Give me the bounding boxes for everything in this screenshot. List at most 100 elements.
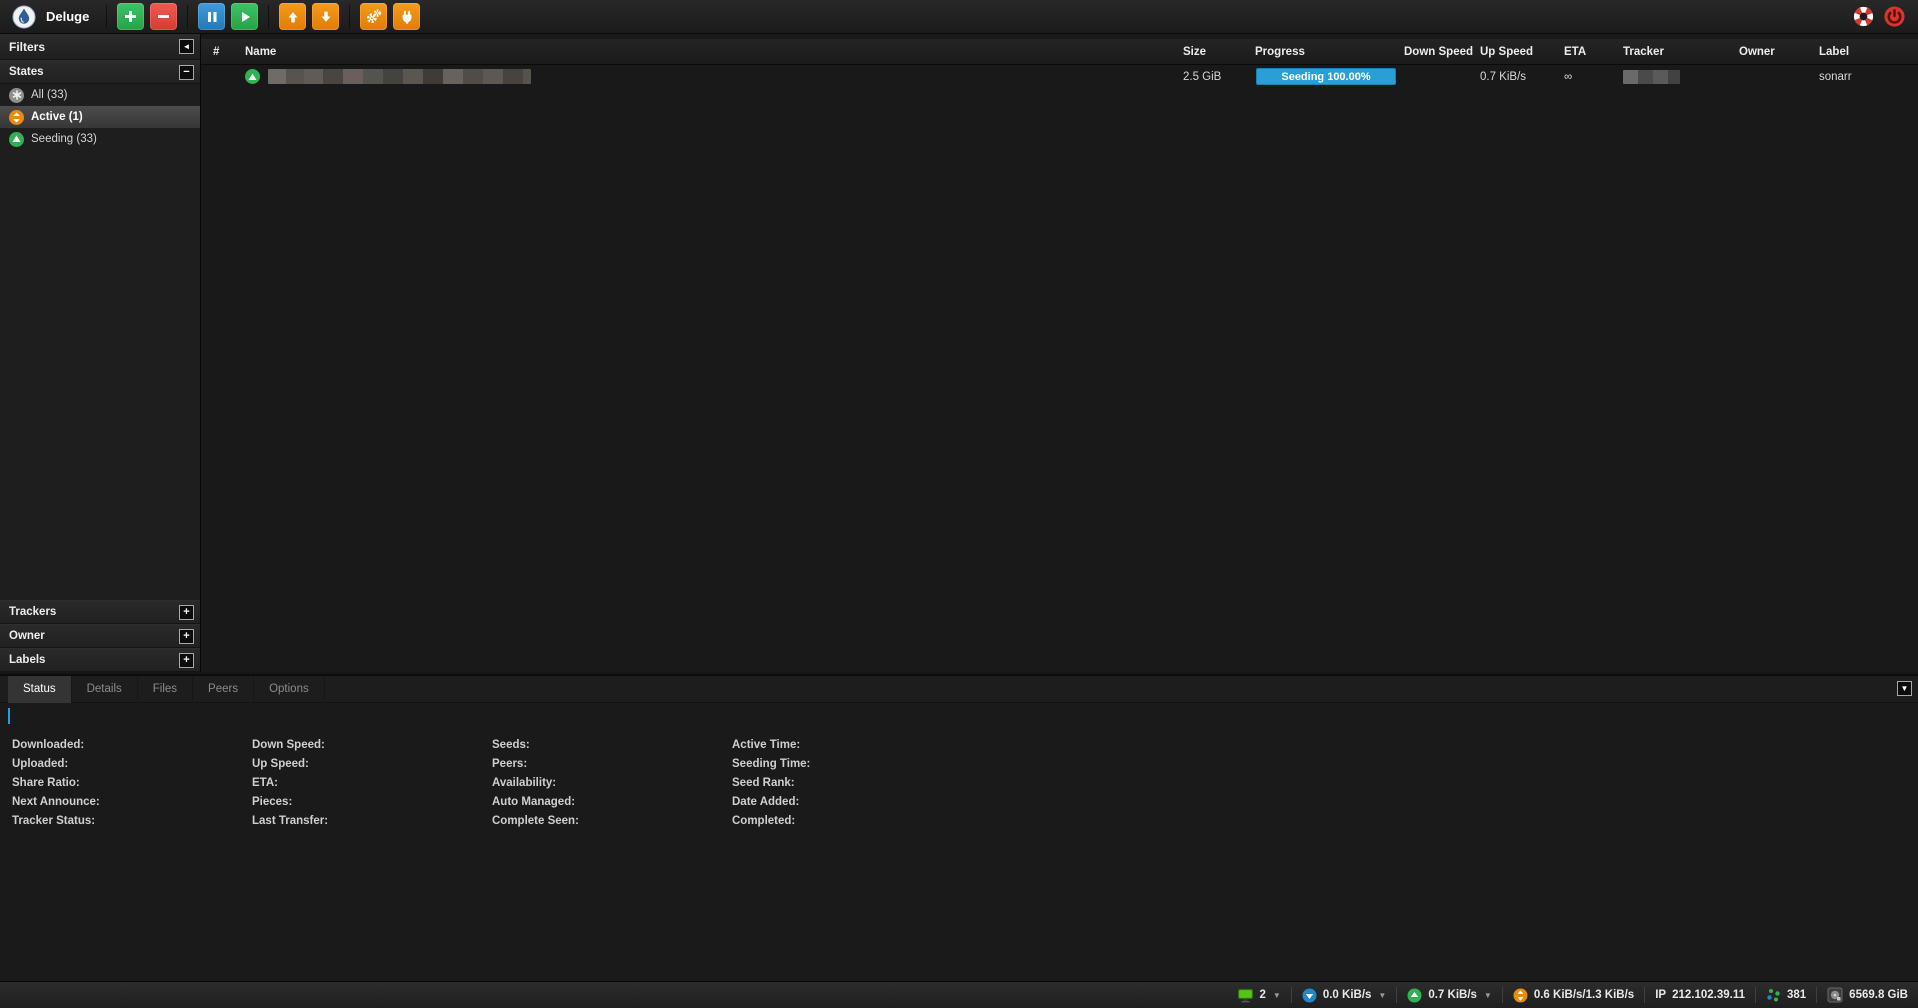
states-section-header[interactable]: States −	[0, 60, 200, 84]
column-header-down-speed[interactable]: Down Speed	[1398, 46, 1474, 58]
expand-owner-button[interactable]: +	[179, 629, 194, 644]
sidebar-item-label: Seeding (33)	[31, 133, 97, 145]
torrent-row[interactable]: 2.5 GiB Seeding 100.00% 0.7 KiB/s ∞ sona…	[201, 65, 1918, 88]
field-label: Completed:	[732, 812, 972, 831]
collapse-states-button[interactable]: −	[179, 65, 194, 80]
toolbar-separator	[268, 5, 269, 29]
sidebar-section-trackers[interactable]: Trackers +	[0, 600, 200, 624]
column-header-size[interactable]: Size	[1177, 46, 1249, 58]
torrent-table-header: # Name Size Progress Down Speed Up Speed…	[201, 39, 1918, 65]
field-label: Uploaded:	[12, 755, 252, 774]
detail-tabbar: Status Details Files Peers Options ▼	[0, 676, 1918, 703]
protocol-traffic-indicator: 0.6 KiB/s/1.3 KiB/s	[1503, 988, 1644, 1003]
torrent-up-speed: 0.7 KiB/s	[1474, 71, 1558, 83]
download-speed-value: 0.0 KiB/s	[1323, 989, 1372, 1001]
tab-files[interactable]: Files	[138, 676, 193, 703]
tab-status[interactable]: Status	[8, 676, 72, 703]
connections-indicator[interactable]: 2 ▼	[1227, 988, 1291, 1003]
column-header-tracker[interactable]: Tracker	[1617, 46, 1733, 58]
logout-button[interactable]	[1883, 5, 1906, 28]
protocol-traffic-value: 0.6 KiB/s/1.3 KiB/s	[1534, 989, 1634, 1001]
torrent-size: 2.5 GiB	[1177, 71, 1249, 83]
dht-nodes-icon	[1766, 988, 1781, 1003]
expand-trackers-button[interactable]: +	[179, 605, 194, 620]
ip-value: 212.102.39.11	[1672, 989, 1745, 1001]
field-label: Next Announce:	[12, 793, 252, 812]
sidebar-section-labels[interactable]: Labels +	[0, 648, 200, 672]
help-button[interactable]	[1852, 5, 1875, 28]
chevron-down-icon: ▼	[1484, 991, 1492, 1000]
active-state-icon	[9, 110, 24, 125]
free-space-indicator: 6569.8 GiB	[1817, 987, 1908, 1003]
upload-icon	[1407, 988, 1422, 1003]
download-speed-indicator[interactable]: 0.0 KiB/s ▼	[1292, 988, 1397, 1003]
tab-options[interactable]: Options	[254, 676, 325, 703]
app-title: Deluge	[46, 9, 89, 24]
upload-speed-indicator[interactable]: 0.7 KiB/s ▼	[1397, 988, 1502, 1003]
filters-title: Filters	[9, 40, 45, 54]
sidebar-item-active[interactable]: Active (1)	[0, 106, 200, 128]
toolbar-right-group	[1852, 5, 1910, 28]
ip-indicator: IP 212.102.39.11	[1645, 989, 1755, 1001]
field-label: Auto Managed:	[492, 793, 732, 812]
toolbar: Deluge	[0, 0, 1918, 34]
connection-manager-button[interactable]	[393, 3, 420, 30]
field-label: Share Ratio:	[12, 774, 252, 793]
expand-labels-button[interactable]: +	[179, 653, 194, 668]
status-fields-column-3: Seeds: Peers: Availability: Auto Managed…	[492, 736, 732, 831]
chevron-down-icon: ▼	[1378, 991, 1386, 1000]
labels-title: Labels	[9, 654, 45, 666]
field-label: Availability:	[492, 774, 732, 793]
column-header-up-speed[interactable]: Up Speed	[1474, 46, 1558, 58]
free-space-value: 6569.8 GiB	[1849, 989, 1908, 1001]
seeding-state-icon	[9, 132, 24, 147]
toolbar-separator	[106, 5, 107, 29]
tab-details[interactable]: Details	[72, 676, 138, 703]
pause-torrent-button[interactable]	[198, 3, 225, 30]
collapse-sidebar-button[interactable]: ◄	[179, 39, 194, 54]
field-label: Seed Rank:	[732, 774, 972, 793]
queue-up-button[interactable]	[279, 3, 306, 30]
gears-icon	[365, 8, 382, 25]
field-label: Pieces:	[252, 793, 492, 812]
states-title: States	[9, 66, 44, 78]
column-header-name[interactable]: Name	[239, 46, 1177, 58]
plus-icon	[123, 9, 138, 24]
torrent-eta: ∞	[1558, 71, 1617, 83]
arrow-down-icon	[318, 9, 334, 25]
column-header-eta[interactable]: ETA	[1558, 46, 1617, 58]
column-header-number[interactable]: #	[201, 46, 239, 58]
resume-torrent-button[interactable]	[231, 3, 258, 30]
dht-nodes-indicator: 381	[1756, 988, 1816, 1003]
download-icon	[1302, 988, 1317, 1003]
tab-peers[interactable]: Peers	[193, 676, 254, 703]
connections-count: 2	[1260, 989, 1266, 1001]
progress-bar: Seeding 100.00%	[1256, 68, 1396, 85]
plug-icon	[399, 9, 415, 25]
play-icon	[238, 10, 252, 24]
column-header-progress[interactable]: Progress	[1249, 46, 1398, 58]
queue-down-button[interactable]	[312, 3, 339, 30]
field-label: Up Speed:	[252, 755, 492, 774]
sidebar-item-label: Active (1)	[31, 111, 83, 123]
field-label: Active Time:	[732, 736, 972, 755]
torrent-tracker-cell	[1617, 70, 1733, 84]
ip-label: IP	[1655, 989, 1666, 1001]
sidebar-item-seeding[interactable]: Seeding (33)	[0, 128, 200, 150]
column-header-owner[interactable]: Owner	[1733, 46, 1813, 58]
status-fields-column-1: Downloaded: Uploaded: Share Ratio: Next …	[12, 736, 252, 831]
field-label: ETA:	[252, 774, 492, 793]
column-header-label[interactable]: Label	[1813, 46, 1918, 58]
preferences-button[interactable]	[360, 3, 387, 30]
seeding-status-icon	[245, 69, 260, 84]
remove-torrent-button[interactable]	[150, 3, 177, 30]
torrent-name-cell	[239, 69, 1177, 84]
sidebar-item-all[interactable]: All (33)	[0, 84, 200, 106]
sidebar-section-owner[interactable]: Owner +	[0, 624, 200, 648]
field-label: Complete Seen:	[492, 812, 732, 831]
collapse-detail-panel-button[interactable]: ▼	[1897, 681, 1912, 696]
pause-icon	[205, 10, 219, 24]
torrent-progress-cell: Seeding 100.00%	[1249, 68, 1398, 85]
toolbar-separator	[349, 5, 350, 29]
add-torrent-button[interactable]	[117, 3, 144, 30]
